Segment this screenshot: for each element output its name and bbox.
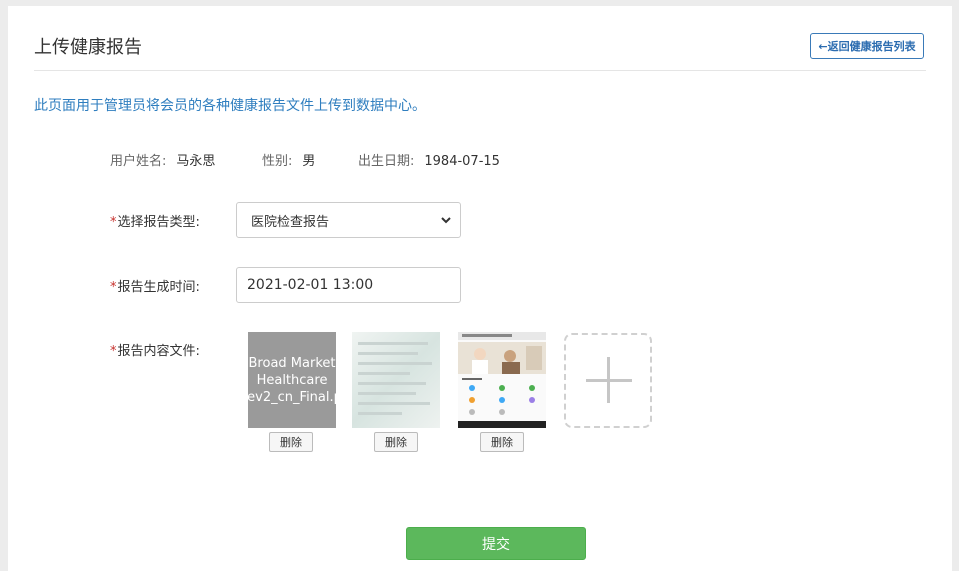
birth-value: 1984-07-15: [424, 154, 500, 169]
gender-value: 男: [302, 154, 316, 169]
header-divider: [34, 70, 926, 71]
report-type-label-text: 选择报告类型:: [117, 215, 200, 230]
file-thumbnail-app-screenshot[interactable]: [458, 332, 546, 428]
delete-file-button[interactable]: 删除: [269, 432, 313, 452]
page-title: 上传健康报告: [34, 37, 142, 58]
report-type-value: 医院检查报告: [251, 214, 330, 230]
back-to-list-button[interactable]: ←返回健康报告列表: [810, 33, 924, 59]
file-name-line: rev2_cn_Final.p: [248, 389, 336, 405]
report-time-label: *报告生成时间:: [110, 276, 200, 295]
report-type-label: *选择报告类型:: [110, 211, 200, 230]
required-mark: *: [110, 344, 117, 359]
report-type-select[interactable]: 医院检查报告: [236, 202, 461, 238]
files-label: *报告内容文件:: [110, 340, 200, 359]
user-name-value: 马永思: [176, 154, 216, 169]
upload-panel: 上传健康报告 ←返回健康报告列表 此页面用于管理员将会员的各种健康报告文件上传到…: [8, 6, 952, 571]
delete-file-button[interactable]: 删除: [374, 432, 418, 452]
required-mark: *: [110, 215, 117, 230]
file-thumbnail-document[interactable]: Broad Market Healthcare rev2_cn_Final.p: [248, 332, 336, 428]
gender-info: 性别: 男: [262, 150, 315, 169]
file-name-line: Broad Market: [248, 355, 336, 371]
user-name-info: 用户姓名: 马永思: [110, 150, 215, 169]
required-mark: *: [110, 280, 117, 295]
report-time-input[interactable]: 2021-02-01 13:00: [236, 267, 461, 303]
file-name-line: Healthcare: [256, 372, 328, 388]
app-screenshot-image: [458, 332, 546, 428]
files-label-text: 报告内容文件:: [117, 344, 200, 359]
delete-file-button[interactable]: 删除: [480, 432, 524, 452]
report-time-label-text: 报告生成时间:: [117, 280, 200, 295]
birth-label: 出生日期:: [358, 154, 415, 169]
submit-button[interactable]: 提交: [406, 527, 586, 560]
chevron-down-icon: [441, 217, 451, 224]
plus-icon: [607, 357, 610, 403]
gender-label: 性别:: [262, 154, 293, 169]
user-name-label: 用户姓名:: [110, 154, 167, 169]
add-file-button[interactable]: [564, 333, 652, 428]
file-thumbnail-scan[interactable]: [352, 332, 440, 428]
page-description: 此页面用于管理员将会员的各种健康报告文件上传到数据中心。: [34, 98, 426, 114]
birth-info: 出生日期: 1984-07-15: [358, 150, 500, 169]
